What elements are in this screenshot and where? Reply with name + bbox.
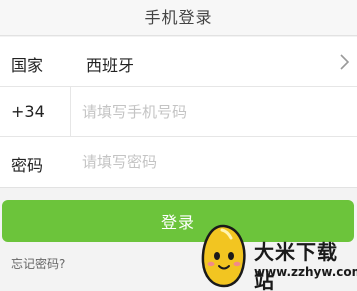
password-label: 密码 [11, 156, 44, 175]
password-input[interactable] [82, 149, 342, 175]
login-form: 国家 西班牙 +34 密码 [0, 37, 357, 188]
field-divider [70, 87, 71, 137]
password-row: 密码 [0, 137, 357, 187]
country-value: 西班牙 [86, 56, 135, 75]
country-row[interactable]: 国家 西班牙 [0, 37, 357, 87]
rice-grain-logo-icon [201, 224, 246, 288]
country-code[interactable]: +34 [11, 102, 45, 121]
forgot-password-link[interactable]: 忘记密码? [11, 255, 65, 272]
chevron-right-icon [340, 54, 349, 70]
watermark-url: www.zzhyw.com [254, 265, 357, 279]
country-label: 国家 [11, 56, 44, 75]
watermark: 大米下载站 www.zzhyw.com [196, 222, 357, 291]
phone-input[interactable] [82, 99, 342, 125]
header-bar: 手机登录 [0, 0, 357, 36]
phone-row: +34 [0, 87, 357, 137]
page-title: 手机登录 [144, 8, 213, 27]
watermark-name: 大米下载站 [254, 240, 338, 291]
